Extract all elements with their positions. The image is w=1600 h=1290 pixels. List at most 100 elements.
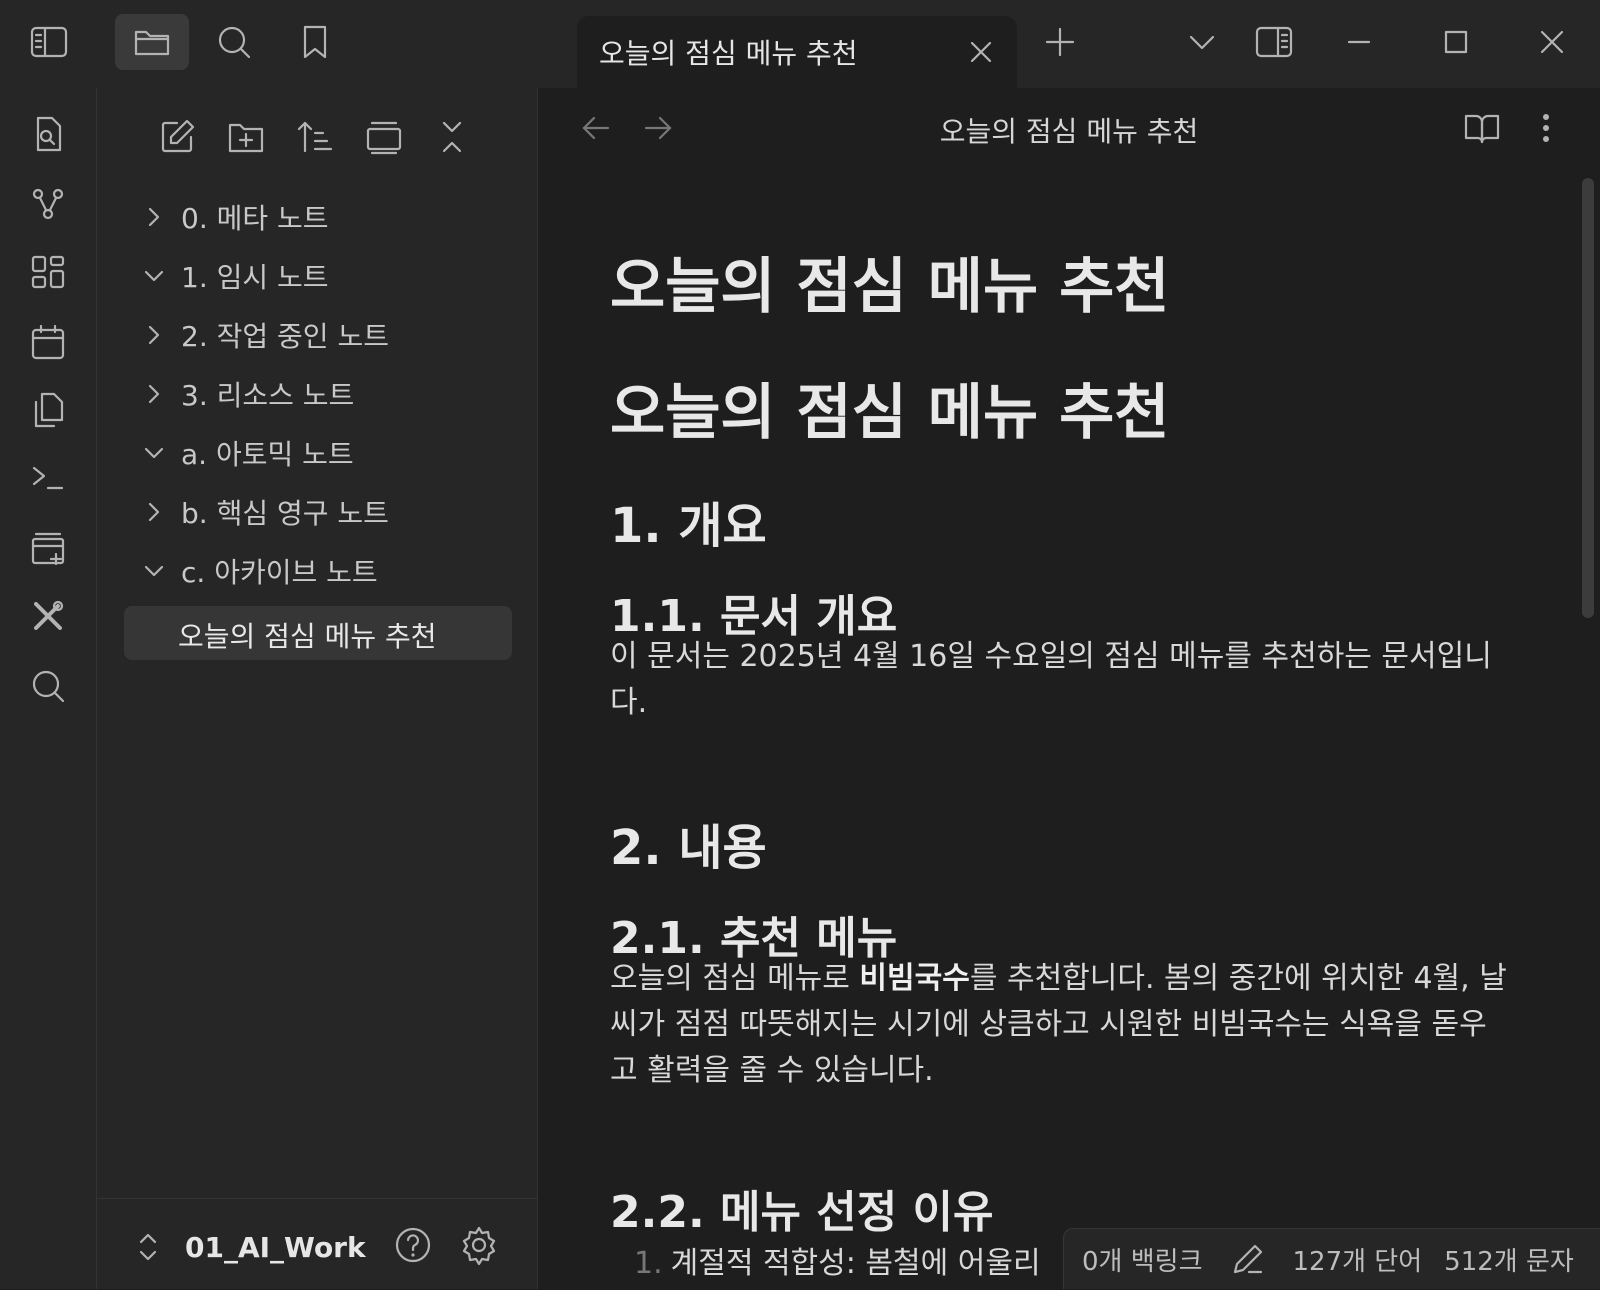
title-bar: 오늘의 점심 메뉴 추천 <box>0 0 1600 88</box>
collapse-all-button[interactable] <box>427 112 477 162</box>
sidebar-left-icon <box>30 26 68 58</box>
graph-view-button[interactable] <box>24 180 72 228</box>
templates-button[interactable] <box>24 386 72 434</box>
tab-active-note[interactable]: 오늘의 점심 메뉴 추천 <box>577 16 1017 88</box>
chevron-right-icon <box>148 325 160 345</box>
paragraph: 이 문서는 2025년 4월 16일 수요일의 점심 메뉴를 추천하는 문서입니… <box>610 639 1492 720</box>
reading-view-button[interactable] <box>1460 106 1504 150</box>
chevrons-up-down-icon <box>139 1233 157 1261</box>
tab-close-button[interactable] <box>965 36 997 68</box>
file-explorer: 0. 메타 노트 1. 임시 노트 2. 작업 중인 노트 3. 리소스 노트 … <box>97 88 538 1289</box>
chevron-down-icon <box>144 565 164 577</box>
gallery-icon <box>366 121 402 155</box>
close-icon <box>970 41 992 63</box>
editor-pane: 오늘의 점심 메뉴 추천 오늘의 점심 메뉴 추천 오늘의 점심 메뉴 추천 1… <box>538 88 1600 1289</box>
vault-name[interactable]: 01_AI_Work <box>185 1231 366 1264</box>
bookmark-icon <box>303 25 327 59</box>
folder-working-notes[interactable]: 2. 작업 중인 노트 <box>137 310 525 360</box>
folder-resource-notes[interactable]: 3. 리소스 노트 <box>137 369 525 419</box>
chevron-right-icon <box>148 502 160 522</box>
chevron-down-icon <box>1189 35 1215 50</box>
folder-plus-icon <box>228 123 264 153</box>
close-icon <box>1540 30 1564 54</box>
quick-switcher-button[interactable] <box>24 110 72 158</box>
bookmarks-tab-button[interactable] <box>278 14 352 70</box>
list-item: 1. 계절적 적합성: 봄철에 어울리 <box>610 1238 1041 1282</box>
editor-scrollbar[interactable] <box>1582 178 1594 618</box>
new-folder-button[interactable] <box>221 112 271 162</box>
ribbon <box>0 88 97 1289</box>
folder-temp-notes[interactable]: 1. 임시 노트 <box>137 251 525 301</box>
folder-core-notes[interactable]: b. 핵심 영구 노트 <box>137 487 525 537</box>
file-label: 오늘의 점심 메뉴 추천 <box>178 620 437 653</box>
auto-reveal-button[interactable] <box>359 112 409 162</box>
tools-icon <box>34 600 64 630</box>
folder-label: 0. 메타 노트 <box>181 202 329 235</box>
heading-2: 2. 내용 <box>610 820 767 876</box>
folder-icon <box>134 30 170 56</box>
tab-list-button[interactable] <box>1180 20 1224 64</box>
pencil-icon <box>1233 1244 1262 1274</box>
file-item-active[interactable]: 오늘의 점심 메뉴 추천 <box>124 606 512 660</box>
more-options-button[interactable] <box>1524 106 1568 150</box>
heading-2: 1. 개요 <box>610 498 767 554</box>
edit-icon <box>161 119 195 153</box>
bases-button[interactable] <box>24 524 72 572</box>
new-note-button[interactable] <box>152 112 202 162</box>
folder-label: a. 아토믹 노트 <box>181 438 354 471</box>
folder-atomic-notes[interactable]: a. 아토믹 노트 <box>137 428 525 478</box>
copy-icon <box>34 392 64 428</box>
chevron-down-icon <box>144 447 164 459</box>
folder-label: 2. 작업 중인 노트 <box>181 320 389 353</box>
tools-button[interactable] <box>24 592 72 640</box>
backlinks-count[interactable]: 0개 백링크 <box>1082 1241 1203 1278</box>
terminal-icon <box>32 466 64 490</box>
settings-button[interactable] <box>459 1225 499 1265</box>
folder-label: 3. 리소스 노트 <box>181 379 355 412</box>
vault-switcher-bar: 01_AI_Work <box>97 1198 537 1290</box>
folder-meta-notes[interactable]: 0. 메타 노트 <box>137 192 525 242</box>
calendar-icon <box>31 324 65 360</box>
heading-1: 오늘의 점심 메뉴 추천 <box>610 252 1170 322</box>
view-title[interactable]: 오늘의 점심 메뉴 추천 <box>538 110 1600 150</box>
canvas-button[interactable] <box>24 248 72 296</box>
search-tab-button[interactable] <box>197 14 271 70</box>
help-icon <box>395 1227 431 1263</box>
file-search-icon <box>36 116 62 152</box>
collapse-icon <box>442 121 462 153</box>
layout-grid-icon <box>31 255 65 289</box>
command-palette-button[interactable] <box>24 454 72 502</box>
maximize-button[interactable] <box>1434 20 1478 64</box>
files-tab-button[interactable] <box>115 14 189 70</box>
global-search-button[interactable] <box>24 662 72 710</box>
daily-note-button[interactable] <box>24 318 72 366</box>
status-bar: 0개 백링크 127개 단어 512개 문자 <box>1063 1228 1600 1289</box>
window-close-button[interactable] <box>1530 20 1574 64</box>
paragraph-text: 오늘의 점심 메뉴로 <box>610 961 860 996</box>
minimize-icon <box>1347 40 1371 44</box>
folder-label: b. 핵심 영구 노트 <box>181 497 389 530</box>
minimize-button[interactable] <box>1337 20 1381 64</box>
vault-switch-button[interactable] <box>133 1227 163 1267</box>
folder-label: c. 아카이브 노트 <box>181 556 378 589</box>
list-number: 1. <box>634 1246 663 1281</box>
help-button[interactable] <box>393 1225 433 1265</box>
search-icon <box>218 26 251 59</box>
folder-archive-notes[interactable]: c. 아카이브 노트 <box>137 546 525 596</box>
view-header: 오늘의 점심 메뉴 추천 <box>538 88 1600 168</box>
char-count: 512개 문자 <box>1444 1246 1574 1277</box>
sort-icon <box>297 121 333 153</box>
chevron-down-icon <box>144 270 164 282</box>
paragraph: 오늘의 점심 메뉴로 비빔국수를 추천합니다. 봄의 중간에 위치한 4월, 날… <box>610 956 1510 1094</box>
chevron-right-icon <box>148 207 160 227</box>
more-vertical-icon <box>1543 114 1549 142</box>
new-tab-button[interactable] <box>1038 20 1082 64</box>
toggle-right-sidebar-button[interactable] <box>1252 20 1296 64</box>
toggle-left-sidebar-button[interactable] <box>12 14 86 70</box>
word-count: 127개 단어 <box>1292 1246 1423 1277</box>
editing-mode-button[interactable] <box>1231 1242 1265 1276</box>
sort-button[interactable] <box>290 112 340 162</box>
gear-icon <box>462 1226 496 1265</box>
plus-icon <box>1045 27 1075 57</box>
heading-1: 오늘의 점심 메뉴 추천 <box>610 378 1170 448</box>
